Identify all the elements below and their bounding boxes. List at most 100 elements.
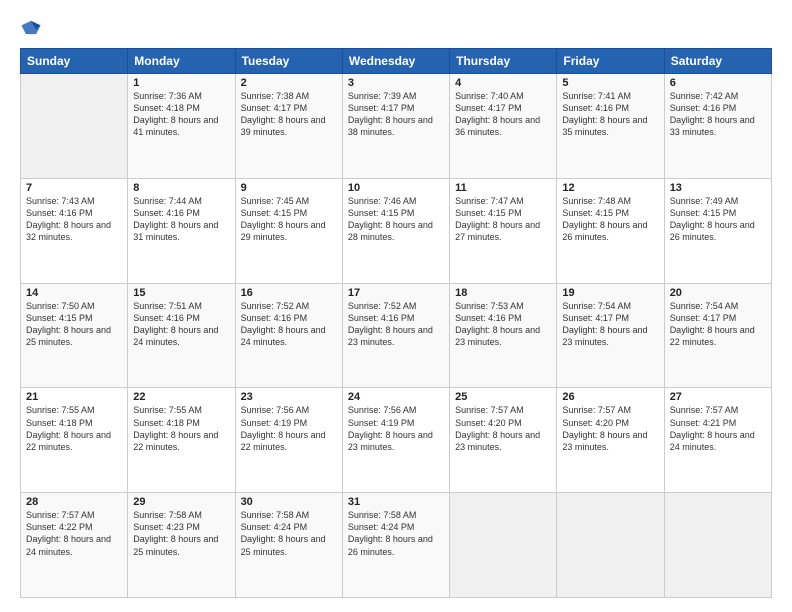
- day-detail: Sunrise: 7:58 AMSunset: 4:24 PMDaylight:…: [348, 510, 433, 556]
- day-detail: Sunrise: 7:55 AMSunset: 4:18 PMDaylight:…: [26, 405, 111, 451]
- calendar-week-1: 1 Sunrise: 7:36 AMSunset: 4:18 PMDaylight…: [21, 74, 772, 179]
- day-number: 30: [241, 496, 337, 508]
- day-detail: Sunrise: 7:53 AMSunset: 4:16 PMDaylight:…: [455, 301, 540, 347]
- day-number: 3: [348, 77, 444, 89]
- day-number: 25: [455, 391, 551, 403]
- calendar-week-5: 28 Sunrise: 7:57 AMSunset: 4:22 PMDayligh…: [21, 493, 772, 598]
- day-number: 28: [26, 496, 122, 508]
- calendar-cell: 15Sunrise: 7:51 AMSunset: 4:16 PMDayligh…: [128, 283, 235, 388]
- calendar-cell: 12 Sunrise: 7:48 AMSunset: 4:15 PMDayligh…: [557, 178, 664, 283]
- calendar-cell: 14Sunrise: 7:50 AMSunset: 4:15 PMDayligh…: [21, 283, 128, 388]
- header: [20, 18, 772, 40]
- logo-icon: [20, 18, 42, 40]
- calendar-cell: 21 Sunrise: 7:55 AMSunset: 4:18 PMDayligh…: [21, 388, 128, 493]
- calendar-cell: 18 Sunrise: 7:53 AMSunset: 4:16 PMDayligh…: [450, 283, 557, 388]
- weekday-header-row: SundayMondayTuesdayWednesdayThursdayFrid…: [21, 49, 772, 74]
- calendar-cell: 6 Sunrise: 7:42 AMSunset: 4:16 PMDaylight…: [664, 74, 771, 179]
- day-number: 6: [670, 77, 766, 89]
- day-detail: Sunrise: 7:39 AMSunset: 4:17 PMDaylight:…: [348, 91, 433, 137]
- day-detail: Sunrise: 7:42 AMSunset: 4:16 PMDaylight:…: [670, 91, 755, 137]
- day-number: 19: [562, 287, 658, 299]
- day-detail: Sunrise: 7:54 AMSunset: 4:17 PMDaylight:…: [562, 301, 647, 347]
- day-detail: Sunrise: 7:45 AMSunset: 4:15 PMDaylight:…: [241, 196, 326, 242]
- weekday-header-monday: Monday: [128, 49, 235, 74]
- weekday-header-friday: Friday: [557, 49, 664, 74]
- calendar-cell: 16 Sunrise: 7:52 AMSunset: 4:16 PMDayligh…: [235, 283, 342, 388]
- day-number: 12: [562, 182, 658, 194]
- calendar-week-3: 14Sunrise: 7:50 AMSunset: 4:15 PMDayligh…: [21, 283, 772, 388]
- day-number: 7: [26, 182, 122, 194]
- calendar: SundayMondayTuesdayWednesdayThursdayFrid…: [20, 48, 772, 598]
- calendar-cell: 29 Sunrise: 7:58 AMSunset: 4:23 PMDayligh…: [128, 493, 235, 598]
- day-detail: Sunrise: 7:51 AMSunset: 4:16 PMDaylight:…: [133, 301, 218, 347]
- calendar-cell: 27 Sunrise: 7:57 AMSunset: 4:21 PMDayligh…: [664, 388, 771, 493]
- calendar-cell: 25 Sunrise: 7:57 AMSunset: 4:20 PMDayligh…: [450, 388, 557, 493]
- day-number: 5: [562, 77, 658, 89]
- day-number: 1: [133, 77, 229, 89]
- day-detail: Sunrise: 7:57 AMSunset: 4:20 PMDaylight:…: [455, 405, 540, 451]
- day-number: 11: [455, 182, 551, 194]
- day-detail: Sunrise: 7:46 AMSunset: 4:15 PMDaylight:…: [348, 196, 433, 242]
- calendar-week-2: 7 Sunrise: 7:43 AMSunset: 4:16 PMDaylight…: [21, 178, 772, 283]
- calendar-cell: 24Sunrise: 7:56 AMSunset: 4:19 PMDayligh…: [342, 388, 449, 493]
- day-number: 16: [241, 287, 337, 299]
- logo: [20, 18, 46, 40]
- day-detail: Sunrise: 7:55 AMSunset: 4:18 PMDaylight:…: [133, 405, 218, 451]
- day-number: 8: [133, 182, 229, 194]
- day-number: 20: [670, 287, 766, 299]
- day-number: 26: [562, 391, 658, 403]
- weekday-header-wednesday: Wednesday: [342, 49, 449, 74]
- day-detail: Sunrise: 7:54 AMSunset: 4:17 PMDaylight:…: [670, 301, 755, 347]
- calendar-cell: 8 Sunrise: 7:44 AMSunset: 4:16 PMDaylight…: [128, 178, 235, 283]
- calendar-cell: 23 Sunrise: 7:56 AMSunset: 4:19 PMDayligh…: [235, 388, 342, 493]
- day-number: 18: [455, 287, 551, 299]
- day-detail: Sunrise: 7:57 AMSunset: 4:22 PMDaylight:…: [26, 510, 111, 556]
- day-detail: Sunrise: 7:44 AMSunset: 4:16 PMDaylight:…: [133, 196, 218, 242]
- day-detail: Sunrise: 7:36 AMSunset: 4:18 PMDaylight:…: [133, 91, 218, 137]
- calendar-cell: 17Sunrise: 7:52 AMSunset: 4:16 PMDayligh…: [342, 283, 449, 388]
- calendar-cell: 20 Sunrise: 7:54 AMSunset: 4:17 PMDayligh…: [664, 283, 771, 388]
- day-detail: Sunrise: 7:43 AMSunset: 4:16 PMDaylight:…: [26, 196, 111, 242]
- calendar-cell: 28 Sunrise: 7:57 AMSunset: 4:22 PMDayligh…: [21, 493, 128, 598]
- calendar-cell: 5 Sunrise: 7:41 AMSunset: 4:16 PMDaylight…: [557, 74, 664, 179]
- day-number: 31: [348, 496, 444, 508]
- calendar-week-4: 21 Sunrise: 7:55 AMSunset: 4:18 PMDayligh…: [21, 388, 772, 493]
- day-detail: Sunrise: 7:47 AMSunset: 4:15 PMDaylight:…: [455, 196, 540, 242]
- day-detail: Sunrise: 7:49 AMSunset: 4:15 PMDaylight:…: [670, 196, 755, 242]
- weekday-header-saturday: Saturday: [664, 49, 771, 74]
- day-detail: Sunrise: 7:56 AMSunset: 4:19 PMDaylight:…: [348, 405, 433, 451]
- day-number: 9: [241, 182, 337, 194]
- calendar-cell: 26 Sunrise: 7:57 AMSunset: 4:20 PMDayligh…: [557, 388, 664, 493]
- page: SundayMondayTuesdayWednesdayThursdayFrid…: [0, 0, 792, 612]
- day-detail: Sunrise: 7:58 AMSunset: 4:23 PMDaylight:…: [133, 510, 218, 556]
- calendar-cell: 4Sunrise: 7:40 AMSunset: 4:17 PMDaylight…: [450, 74, 557, 179]
- calendar-cell: [450, 493, 557, 598]
- day-detail: Sunrise: 7:56 AMSunset: 4:19 PMDaylight:…: [241, 405, 326, 451]
- day-detail: Sunrise: 7:58 AMSunset: 4:24 PMDaylight:…: [241, 510, 326, 556]
- weekday-header-sunday: Sunday: [21, 49, 128, 74]
- calendar-cell: 30 Sunrise: 7:58 AMSunset: 4:24 PMDayligh…: [235, 493, 342, 598]
- day-detail: Sunrise: 7:57 AMSunset: 4:21 PMDaylight:…: [670, 405, 755, 451]
- day-detail: Sunrise: 7:48 AMSunset: 4:15 PMDaylight:…: [562, 196, 647, 242]
- day-number: 23: [241, 391, 337, 403]
- calendar-cell: 7 Sunrise: 7:43 AMSunset: 4:16 PMDaylight…: [21, 178, 128, 283]
- day-detail: Sunrise: 7:57 AMSunset: 4:20 PMDaylight:…: [562, 405, 647, 451]
- day-detail: Sunrise: 7:52 AMSunset: 4:16 PMDaylight:…: [241, 301, 326, 347]
- day-detail: Sunrise: 7:50 AMSunset: 4:15 PMDaylight:…: [26, 301, 111, 347]
- calendar-cell: 31 Sunrise: 7:58 AMSunset: 4:24 PMDayligh…: [342, 493, 449, 598]
- day-number: 27: [670, 391, 766, 403]
- calendar-cell: 13Sunrise: 7:49 AMSunset: 4:15 PMDayligh…: [664, 178, 771, 283]
- calendar-cell: 22 Sunrise: 7:55 AMSunset: 4:18 PMDayligh…: [128, 388, 235, 493]
- day-number: 22: [133, 391, 229, 403]
- day-number: 29: [133, 496, 229, 508]
- day-detail: Sunrise: 7:41 AMSunset: 4:16 PMDaylight:…: [562, 91, 647, 137]
- weekday-header-thursday: Thursday: [450, 49, 557, 74]
- calendar-cell: 11 Sunrise: 7:47 AMSunset: 4:15 PMDayligh…: [450, 178, 557, 283]
- day-number: 10: [348, 182, 444, 194]
- calendar-cell: 1 Sunrise: 7:36 AMSunset: 4:18 PMDaylight…: [128, 74, 235, 179]
- day-number: 2: [241, 77, 337, 89]
- day-detail: Sunrise: 7:40 AMSunset: 4:17 PMDaylight:…: [455, 91, 540, 137]
- day-number: 21: [26, 391, 122, 403]
- calendar-cell: 19 Sunrise: 7:54 AMSunset: 4:17 PMDayligh…: [557, 283, 664, 388]
- calendar-cell: [21, 74, 128, 179]
